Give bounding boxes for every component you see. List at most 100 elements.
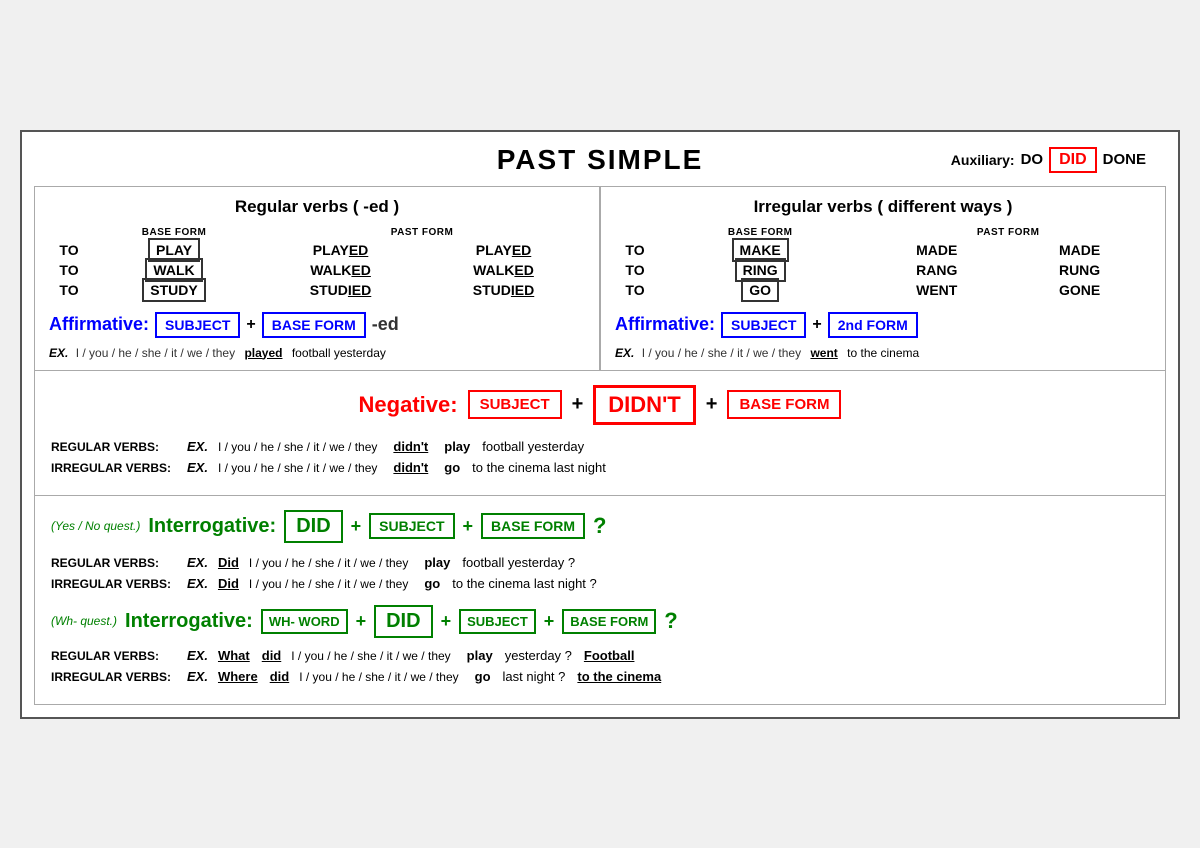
verb-type-label: IRREGULAR VERBS: (51, 670, 181, 684)
plus-sign: + (441, 611, 452, 632)
did-box: DID (284, 510, 342, 543)
plus-sign: + (544, 611, 555, 632)
question-mark: ? (593, 513, 606, 539)
affirmative-label: Affirmative: (615, 314, 715, 335)
plus-sign: + (706, 393, 718, 416)
past-form-2: WALKED (422, 260, 585, 280)
past-form-2: PLAYED (422, 240, 585, 260)
subject-box: SUBJECT (155, 312, 240, 338)
table-row: TO STUDY STUDIED STUDIED (49, 280, 585, 300)
past-form-1: WALKED (259, 260, 422, 280)
negative-label: Negative: (359, 392, 458, 418)
plus-sign: + (572, 393, 584, 416)
extra: Football (584, 648, 635, 663)
irregular-verbs-table: BASE FORM PAST FORM TO MAKE MADE MADE TO… (615, 225, 1151, 300)
plus-sign: + (812, 316, 821, 334)
aux-did: DID (1049, 147, 1097, 173)
complement: last night ? (503, 669, 566, 684)
did-box: DID (374, 605, 432, 638)
affirmative-label: Affirmative: (49, 314, 149, 335)
regular-example: EX. I / you / he / she / it / we / they … (49, 346, 585, 360)
past-form-1: MADE (865, 240, 1008, 260)
interrogative-label: Interrogative: (148, 515, 276, 538)
wh-word: What (218, 648, 250, 663)
complement: football yesterday (292, 346, 386, 360)
past-form-1: RANG (865, 260, 1008, 280)
subjects: I / you / he / she / it / we / they (642, 346, 801, 360)
table-row: TO RING RANG RUNG (615, 260, 1151, 280)
ex-label: EX. (187, 576, 208, 591)
complement: to the cinema last night (472, 460, 606, 475)
verb-type-label: REGULAR VERBS: (51, 440, 181, 454)
base-form-box: BASE FORM (262, 312, 366, 338)
complement: football yesterday ? (462, 555, 575, 570)
aux-done: DONE (1103, 151, 1146, 168)
past-form-2: RUNG (1008, 260, 1151, 280)
regular-affirmative-formula: Affirmative: SUBJECT + BASE FORM -ed (49, 312, 585, 338)
base-word: GO (741, 278, 779, 302)
negative-regular-example: REGULAR VERBS: EX. I / you / he / she / … (51, 439, 1149, 454)
past-form-1: PLAYED (259, 240, 422, 260)
irregular-example: EX. I / you / he / she / it / we / they … (615, 346, 1151, 360)
complement: to the cinema (847, 346, 919, 360)
irregular-verbs-header: Irregular verbs ( different ways ) (615, 197, 1151, 217)
irregular-past-form-header: PAST FORM (865, 225, 1151, 240)
to-label: TO (49, 260, 89, 280)
verb-type-label: REGULAR VERBS: (51, 556, 181, 570)
subjects: I / you / he / she / it / we / they (299, 670, 458, 684)
subjects: I / you / he / she / it / we / they (249, 556, 408, 570)
verb-type-label: IRREGULAR VERBS: (51, 577, 181, 591)
int-irregular-example: IRREGULAR VERBS: EX. Did I / you / he / … (51, 576, 1149, 591)
table-row: TO MAKE MADE MADE (615, 240, 1151, 260)
yes-no-tag: (Yes / No quest.) (51, 519, 140, 533)
interrogative-section: (Yes / No quest.) Interrogative: DID + S… (34, 496, 1166, 705)
did-word: did (262, 648, 282, 663)
past-form-2: STUDIED (422, 280, 585, 300)
key-verb: played (244, 346, 282, 360)
regular-past-form-header: PAST FORM (259, 225, 585, 240)
regular-verbs-header: Regular verbs ( -ed ) (49, 197, 585, 217)
plus-sign: + (356, 611, 367, 632)
ex-label: EX. (49, 346, 68, 360)
ex-label: EX. (187, 669, 208, 684)
page: PAST SIMPLE Auxiliary: DO DID DONE Regul… (20, 130, 1180, 719)
past-form-2: GONE (1008, 280, 1151, 300)
wh-tag: (Wh- quest.) (51, 614, 117, 628)
did-word: Did (218, 576, 239, 591)
question-mark: ? (664, 608, 677, 634)
title-row: PAST SIMPLE Auxiliary: DO DID DONE (34, 144, 1166, 176)
past-form-2: MADE (1008, 240, 1151, 260)
complement: football yesterday (482, 439, 584, 454)
extra: to the cinema (577, 669, 661, 684)
wh-formula: (Wh- quest.) Interrogative: WH- WORD + D… (51, 605, 1149, 638)
base-form-box: BASE FORM (727, 390, 841, 419)
base-verb: go (424, 576, 440, 591)
did-word: Did (218, 555, 239, 570)
past-form-1: WENT (865, 280, 1008, 300)
key-verb: didn't (393, 439, 428, 454)
did-word: did (270, 669, 290, 684)
int-regular-example: REGULAR VERBS: EX. Did I / you / he / sh… (51, 555, 1149, 570)
wh-irregular-example: IRREGULAR VERBS: EX. Where did I / you /… (51, 669, 1149, 684)
2nd-form-box: 2nd FORM (828, 312, 918, 338)
table-row: TO PLAY PLAYED PLAYED (49, 240, 585, 260)
subjects: I / you / he / she / it / we / they (76, 346, 235, 360)
wh-word-box: WH- WORD (261, 609, 348, 634)
base-form-box: BASE FORM (481, 513, 585, 539)
regular-verbs-section: Regular verbs ( -ed ) BASE FORM PAST FOR… (35, 187, 601, 370)
plus-sign: + (463, 516, 474, 537)
base-word: STUDY (142, 278, 205, 302)
ex-label: EX. (187, 460, 208, 475)
aux-do: DO (1021, 151, 1044, 168)
past-form-1: STUDIED (259, 280, 422, 300)
subject-box: SUBJECT (459, 609, 536, 634)
subjects: I / you / he / she / it / we / they (218, 440, 377, 454)
subject-box: SUBJECT (468, 390, 562, 419)
plus-sign: + (246, 316, 255, 334)
negative-section: Negative: SUBJECT + DIDN'T + BASE FORM R… (34, 371, 1166, 496)
to-label: TO (615, 240, 655, 260)
plus-sign: + (351, 516, 362, 537)
complement: yesterday ? (505, 648, 572, 663)
interrogative-wh-label: Interrogative: (125, 610, 253, 633)
negative-irregular-example: IRREGULAR VERBS: EX. I / you / he / she … (51, 460, 1149, 475)
